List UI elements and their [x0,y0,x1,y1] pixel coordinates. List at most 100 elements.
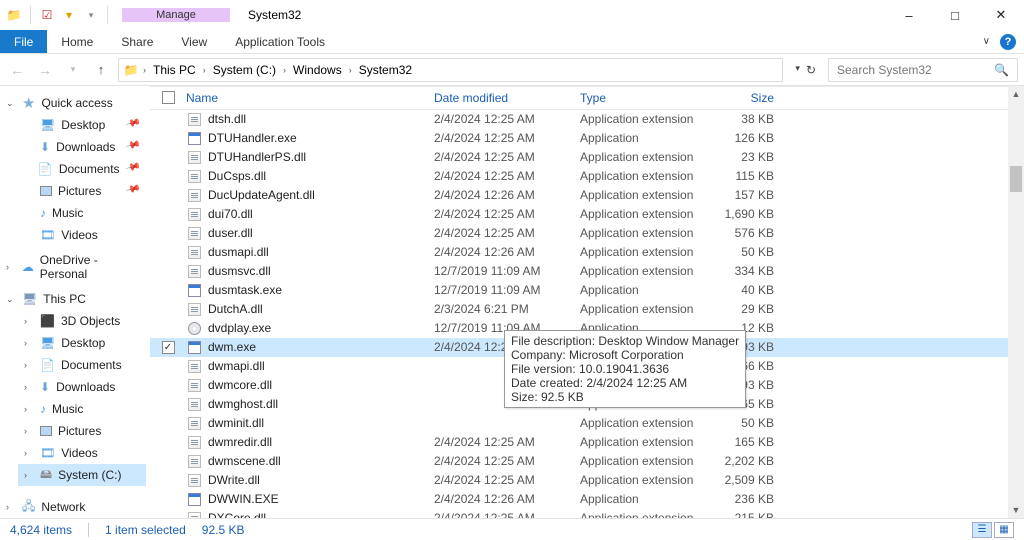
collapse-icon[interactable]: ⌄ [6,98,16,109]
large-icons-view-button[interactable]: ▦ [994,522,1014,538]
expand-icon[interactable]: › [24,360,34,370]
tab-file[interactable]: File [0,30,47,53]
file-row[interactable]: DWrite.dll 2/4/2024 12:25 AM Application… [150,471,1024,490]
nav-item-documents[interactable]: ·📄Documents📌 [18,158,146,180]
nav-item-documents[interactable]: ›📄Documents [18,354,146,376]
tab-home[interactable]: Home [47,30,107,53]
nav-item-pictures[interactable]: ›Pictures [18,420,146,442]
nav-onedrive[interactable]: › ☁ OneDrive - Personal [0,256,146,278]
vertical-scrollbar[interactable]: ▲ ▼ [1008,86,1024,518]
nav-item-music[interactable]: ·♪Music [18,202,146,224]
tab-view[interactable]: View [167,30,221,53]
nav-this-pc[interactable]: ⌄ 🖥 This PC [0,288,146,310]
file-row[interactable]: DTUHandlerPS.dll 2/4/2024 12:25 AM Appli… [150,148,1024,167]
nav-item-system-c-[interactable]: ›🖴System (C:) [18,464,146,486]
expand-icon[interactable]: › [24,338,34,348]
nav-item-desktop[interactable]: ·🖥Desktop📌 [18,114,146,136]
maximize-button[interactable]: □ [932,0,978,30]
row-checkbox[interactable]: ✓ [162,341,175,354]
collapse-icon[interactable]: ⌄ [6,294,16,305]
crumb-drive[interactable]: System (C:) [210,62,279,78]
nav-quick-access[interactable]: ⌄ ★ Quick access [0,92,146,114]
nav-label: Desktop [61,336,105,350]
recent-dropdown-icon[interactable]: ▾ [62,64,84,75]
file-name: dusmapi.dll [208,245,269,259]
address-dropdown-icon[interactable]: ▾ [795,63,800,77]
file-row[interactable]: dtsh.dll 2/4/2024 12:25 AM Application e… [150,110,1024,129]
file-name: DucUpdateAgent.dll [208,188,315,202]
status-bar: 4,624 items 1 item selected 92.5 KB ☰ ▦ [0,518,1024,540]
expand-icon[interactable]: › [24,382,34,392]
properties-icon[interactable]: ☑ [39,7,55,23]
refresh-icon[interactable]: ↻ [806,63,816,77]
details-view-button[interactable]: ☰ [972,522,992,538]
nav-item-music[interactable]: ›♪Music [18,398,146,420]
nav-network[interactable]: › 🖧 Network [0,496,146,518]
new-folder-icon[interactable]: ▾ [61,7,77,23]
column-type[interactable]: Type [580,91,704,105]
minimize-button[interactable]: – [886,0,932,30]
chevron-right-icon[interactable]: › [141,65,148,75]
expand-icon[interactable]: › [6,502,16,512]
file-row[interactable]: dusmsvc.dll 12/7/2019 11:09 AM Applicati… [150,262,1024,281]
back-button[interactable]: ← [6,62,28,78]
nav-item-downloads[interactable]: ›⬇Downloads [18,376,146,398]
expand-icon[interactable]: › [24,470,34,480]
column-headers: Name Date modified Type Size [150,86,1024,110]
column-date[interactable]: Date modified [434,91,580,105]
select-all-checkbox[interactable] [150,91,186,104]
file-row[interactable]: DTUHandler.exe 2/4/2024 12:25 AM Applica… [150,129,1024,148]
expand-icon[interactable]: › [24,316,34,326]
column-name[interactable]: Name [186,91,434,105]
file-size: 165 KB [704,435,780,449]
address-bar[interactable]: › This PC › System (C:) › Windows › Syst… [118,58,783,82]
chevron-right-icon[interactable]: › [347,65,354,75]
file-row[interactable]: DucUpdateAgent.dll 2/4/2024 12:26 AM App… [150,186,1024,205]
file-row[interactable]: dusmapi.dll 2/4/2024 12:26 AM Applicatio… [150,243,1024,262]
expand-icon[interactable]: › [6,262,16,272]
nav-item-videos[interactable]: ·🎞Videos [18,224,146,246]
search-box[interactable]: Search System32 🔍 [828,58,1018,82]
file-row[interactable]: dui70.dll 2/4/2024 12:25 AM Application … [150,205,1024,224]
file-row[interactable]: duser.dll 2/4/2024 12:25 AM Application … [150,224,1024,243]
file-row[interactable]: DutchA.dll 2/3/2024 6:21 PM Application … [150,300,1024,319]
chevron-right-icon[interactable]: › [201,65,208,75]
folder-icon [123,62,139,78]
file-size: 2,509 KB [704,473,780,487]
scroll-thumb[interactable] [1010,166,1022,192]
chevron-right-icon[interactable]: › [281,65,288,75]
column-size[interactable]: Size [704,91,780,105]
file-row[interactable]: dusmtask.exe 12/7/2019 11:09 AM Applicat… [150,281,1024,300]
up-button[interactable]: ↑ [90,62,112,77]
ribbon-expand-icon[interactable]: ∨ [983,36,990,47]
file-row[interactable]: DuCsps.dll 2/4/2024 12:25 AM Application… [150,167,1024,186]
file-row[interactable]: dwmredir.dll 2/4/2024 12:25 AM Applicati… [150,433,1024,452]
nav-item-pictures[interactable]: ·Pictures📌 [18,180,146,202]
tab-application-tools[interactable]: Application Tools [221,30,339,53]
scroll-down-icon[interactable]: ▼ [1008,502,1024,518]
expand-icon[interactable]: › [24,404,34,414]
nav-item-downloads[interactable]: ·⬇Downloads📌 [18,136,146,158]
nav-item-videos[interactable]: ›🎞Videos [18,442,146,464]
close-button[interactable]: ✕ [978,0,1024,30]
qat-customize-icon[interactable]: ▾ [83,7,99,23]
file-name: dusmtask.exe [208,283,282,297]
file-size: 40 KB [704,283,780,297]
nav-item-3d-objects[interactable]: ›⬛3D Objects [18,310,146,332]
file-row[interactable]: dwmscene.dll 2/4/2024 12:25 AM Applicati… [150,452,1024,471]
file-row[interactable]: DWWIN.EXE 2/4/2024 12:26 AM Application … [150,490,1024,509]
tab-share[interactable]: Share [107,30,167,53]
help-icon[interactable]: ? [1000,34,1016,50]
expand-icon[interactable]: › [24,448,34,458]
expand-icon[interactable]: › [24,426,34,436]
scroll-up-icon[interactable]: ▲ [1008,86,1024,102]
file-row[interactable]: DXCore.dll 2/4/2024 12:25 AM Application… [150,509,1024,519]
file-date: 2/4/2024 12:25 AM [434,131,580,145]
crumb-this-pc[interactable]: This PC [150,62,199,78]
file-name: dwmcore.dll [208,378,272,392]
file-row[interactable]: dwminit.dll Application extension 50 KB [150,414,1024,433]
crumb-system32[interactable]: System32 [356,62,415,78]
nav-item-desktop[interactable]: ›🖥Desktop [18,332,146,354]
crumb-windows[interactable]: Windows [290,62,345,78]
tooltip-line: File description: Desktop Window Manager [511,334,739,348]
